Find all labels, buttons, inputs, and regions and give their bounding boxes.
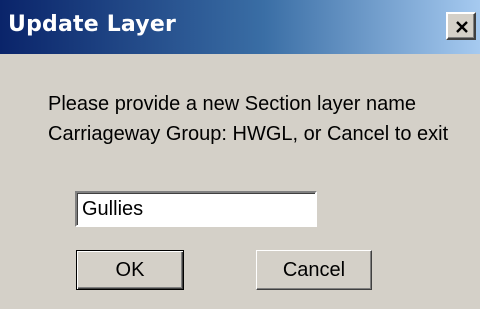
window-title: Update Layer xyxy=(8,12,177,37)
cancel-button[interactable]: Cancel xyxy=(256,250,372,290)
title-bar[interactable]: Update Layer xyxy=(0,0,480,54)
close-icon xyxy=(456,21,468,33)
close-button[interactable] xyxy=(446,12,476,40)
prompt-line-2: Carriageway Group: HWGL, or Cancel to ex… xyxy=(48,123,449,145)
cancel-button-label: Cancel xyxy=(282,258,346,281)
update-layer-dialog: Update Layer Please provide a new Sectio… xyxy=(0,0,480,309)
prompt-line-1: Please provide a new Section layer name xyxy=(48,93,416,115)
layer-name-input[interactable] xyxy=(75,191,317,227)
ok-button-label: OK xyxy=(115,258,145,281)
ok-button[interactable]: OK xyxy=(76,250,184,290)
